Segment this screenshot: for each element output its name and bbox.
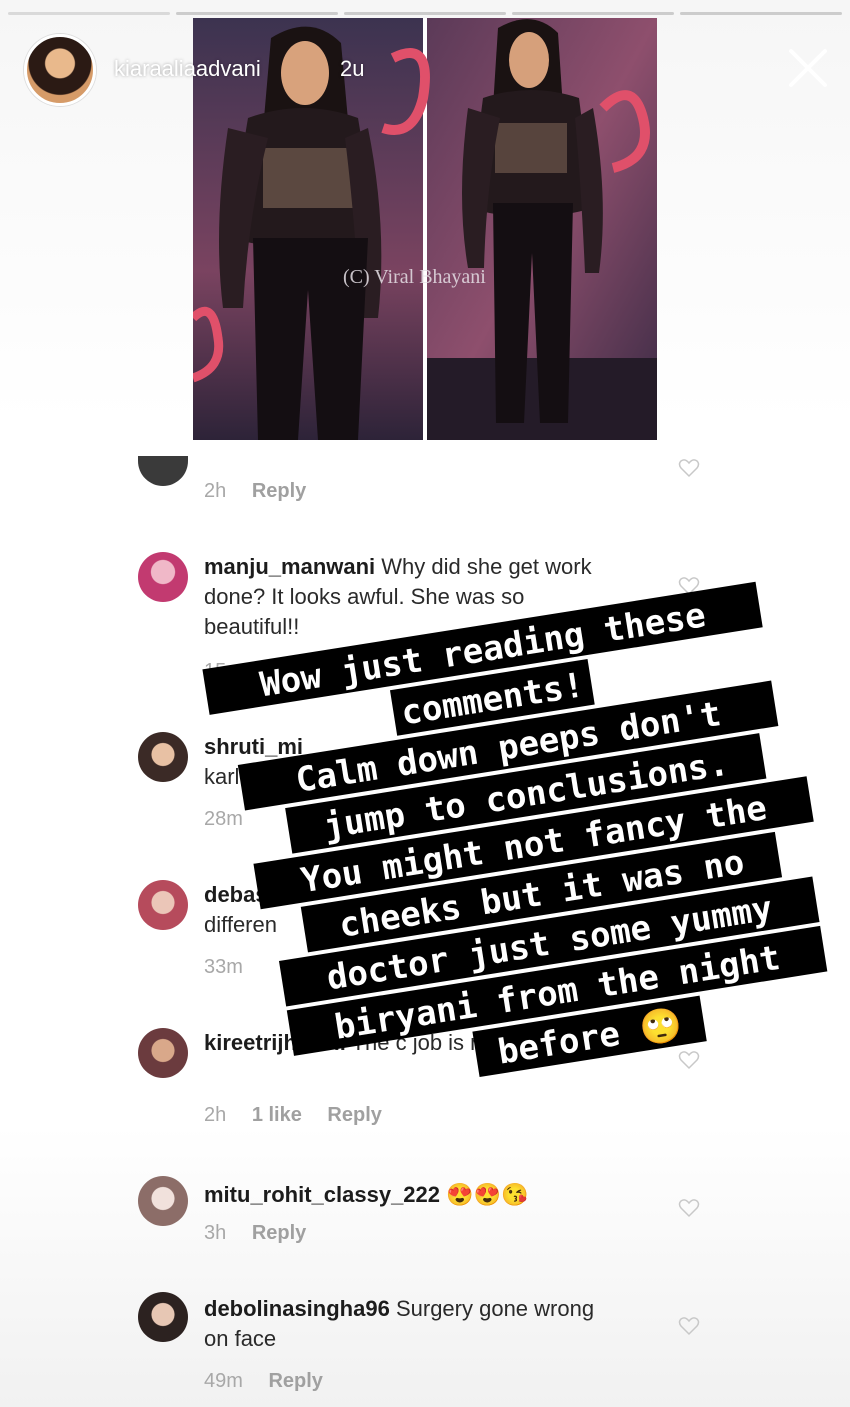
comment-text: kireetrijhwani The c job is not on point… [204, 1028, 644, 1058]
comment-body: The c job is not on point [351, 1030, 586, 1055]
commenter-avatar[interactable] [138, 1176, 188, 1226]
profile-avatar[interactable] [24, 34, 96, 106]
commenter-avatar[interactable] [138, 1292, 188, 1342]
comment-time: 15 [204, 660, 227, 682]
instagram-story[interactable]: (C) Viral Bhayani kiaraaliaadvani 2u 2h … [0, 0, 850, 1407]
progress-segment [176, 12, 338, 15]
comment-meta: 33m [204, 956, 263, 979]
story-time: 2u [340, 56, 365, 81]
comment-time: 2h [204, 480, 227, 502]
progress-segment [344, 12, 506, 15]
comment-time: 3h [204, 1222, 227, 1244]
watermark: (C) Viral Bhayani [343, 266, 486, 288]
progress-segment [8, 12, 170, 15]
comment-meta: 49m Reply [204, 1370, 343, 1393]
comment-meta: 3h Reply [204, 1222, 326, 1245]
facepalm-emoji: 🤦 [591, 1030, 619, 1055]
comment-body: karli [204, 764, 245, 789]
story-photo: (C) Viral Bhayani [193, 18, 657, 440]
comment-text: manju_manwani Why did she get work done?… [204, 552, 624, 642]
comment-meta: 15 [204, 660, 246, 683]
story-progress [8, 12, 842, 16]
commenter-avatar[interactable] [138, 456, 188, 486]
heart-icon[interactable] [678, 1316, 700, 1336]
caption-line: comments! [399, 665, 587, 733]
story-username[interactable]: kiaraaliaadvani [114, 56, 261, 82]
comment-username[interactable]: shruti_mi [204, 734, 303, 759]
heart-icon[interactable] [678, 458, 700, 478]
close-icon[interactable] [786, 46, 830, 90]
comment-body: differen [204, 912, 277, 937]
comment-time: 33m [204, 956, 243, 978]
comment-username[interactable]: debash [204, 882, 281, 907]
reply-button[interactable]: Reply [327, 1104, 381, 1126]
progress-segment [680, 12, 842, 15]
comment-time: 49m [204, 1370, 243, 1392]
comment-time: 2h [204, 1104, 227, 1126]
comment-username[interactable]: debolinasingha96 [204, 1296, 390, 1321]
likes-count[interactable]: 1 like [252, 1104, 302, 1126]
comment-text: debolinasingha96 Surgery gone wrong on f… [204, 1294, 624, 1354]
heart-icon[interactable] [678, 1198, 700, 1218]
comment-username[interactable]: manju_manwani [204, 554, 375, 579]
comment-text: shruti_mi karli [204, 732, 624, 792]
progress-segment [512, 12, 674, 15]
comment-text: debash differen [204, 880, 624, 940]
reply-button[interactable]: Reply [268, 1370, 322, 1392]
heart-icon[interactable] [678, 576, 700, 596]
reply-button[interactable]: Reply [252, 1222, 306, 1244]
comment-username[interactable]: mitu_rohit_classy_222 [204, 1182, 440, 1207]
emoji-reaction: 😍😍😘 [446, 1182, 529, 1207]
comment-text: mitu_rohit_classy_222 😍😍😘 [204, 1180, 624, 1210]
commenter-avatar[interactable] [138, 880, 188, 930]
commenter-avatar[interactable] [138, 552, 188, 602]
heart-icon[interactable] [678, 1050, 700, 1070]
comment-meta: 2h Reply [204, 480, 326, 503]
comment-meta: 2h 1 like Reply [204, 1104, 402, 1127]
comment-username[interactable]: kireetrijhwani [204, 1030, 346, 1055]
comment-time: 28m [204, 808, 243, 830]
commenter-avatar[interactable] [138, 732, 188, 782]
reply-button[interactable]: Reply [252, 480, 306, 502]
comment-meta: 28m [204, 808, 263, 831]
commenter-avatar[interactable] [138, 1028, 188, 1078]
